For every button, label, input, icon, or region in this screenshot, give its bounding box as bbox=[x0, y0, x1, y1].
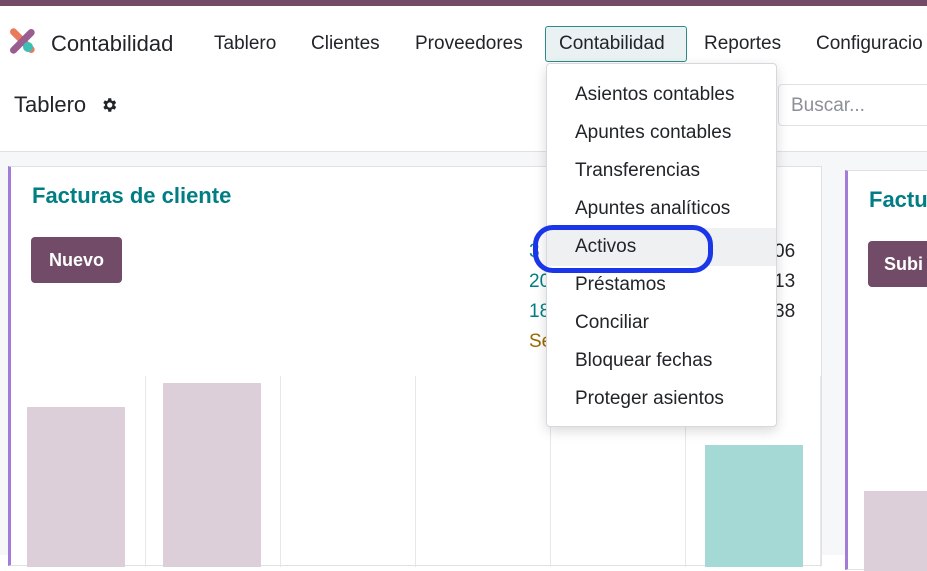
gear-icon[interactable] bbox=[100, 96, 118, 114]
vendor-bills-card: Factu Subi bbox=[845, 170, 927, 571]
search-input[interactable] bbox=[791, 95, 927, 117]
chart-bar[interactable] bbox=[163, 383, 261, 567]
stat-right-2: 13 bbox=[774, 271, 796, 292]
menu-item-proteger-asientos[interactable]: Proteger asientos bbox=[547, 380, 776, 418]
stat-right-3: 38 bbox=[774, 301, 796, 322]
menu-item-conciliar[interactable]: Conciliar bbox=[547, 304, 776, 342]
new-invoice-button[interactable]: Nuevo bbox=[31, 237, 122, 283]
menu-item-activos[interactable]: Activos bbox=[547, 228, 776, 266]
top-navbar: Contabilidad Tablero Clientes Proveedore… bbox=[0, 6, 927, 66]
odoo-accounting-logo-icon[interactable] bbox=[8, 27, 36, 55]
stat-left-1[interactable]: 3 bbox=[529, 241, 540, 263]
search-box bbox=[778, 84, 927, 126]
chart-bar[interactable] bbox=[864, 491, 927, 571]
chart-bar[interactable] bbox=[705, 445, 803, 567]
chart-bar[interactable] bbox=[27, 407, 125, 567]
nav-item-contabilidad[interactable]: Contabilidad bbox=[559, 33, 665, 55]
control-panel: Tablero bbox=[0, 66, 927, 152]
card-title-vendor-bills[interactable]: Factu bbox=[869, 187, 927, 213]
menu-item-asientos-contables[interactable]: Asientos contables bbox=[547, 76, 776, 114]
nav-item-clientes[interactable]: Clientes bbox=[311, 33, 380, 55]
dashboard-area: Facturas de cliente Nuevo 3 20 18 Se 06 … bbox=[0, 152, 927, 571]
nav-item-proveedores[interactable]: Proveedores bbox=[415, 33, 523, 55]
chart-gridline bbox=[145, 376, 146, 567]
page-title: Tablero bbox=[14, 92, 87, 117]
contabilidad-dropdown-menu: Asientos contables Apuntes contables Tra… bbox=[546, 63, 777, 427]
chart-gridline bbox=[820, 376, 821, 567]
chart-gridline bbox=[280, 376, 281, 567]
nav-item-tablero[interactable]: Tablero bbox=[214, 33, 276, 55]
nav-item-reportes[interactable]: Reportes bbox=[704, 33, 781, 55]
upload-bill-button[interactable]: Subi bbox=[868, 241, 927, 287]
nav-item-configuracion[interactable]: Configuracio bbox=[816, 33, 923, 55]
menu-item-prestamos[interactable]: Préstamos bbox=[547, 266, 776, 304]
app-title[interactable]: Contabilidad bbox=[51, 31, 173, 57]
menu-item-bloquear-fechas[interactable]: Bloquear fechas bbox=[547, 342, 776, 380]
menu-item-transferencias[interactable]: Transferencias bbox=[547, 152, 776, 190]
menu-item-apuntes-contables[interactable]: Apuntes contables bbox=[547, 114, 776, 152]
card-title-customer-invoices[interactable]: Facturas de cliente bbox=[32, 183, 231, 209]
stat-right-1: 06 bbox=[774, 241, 796, 262]
menu-item-apuntes-analiticos[interactable]: Apuntes analíticos bbox=[547, 190, 776, 228]
chart-gridline bbox=[415, 376, 416, 567]
